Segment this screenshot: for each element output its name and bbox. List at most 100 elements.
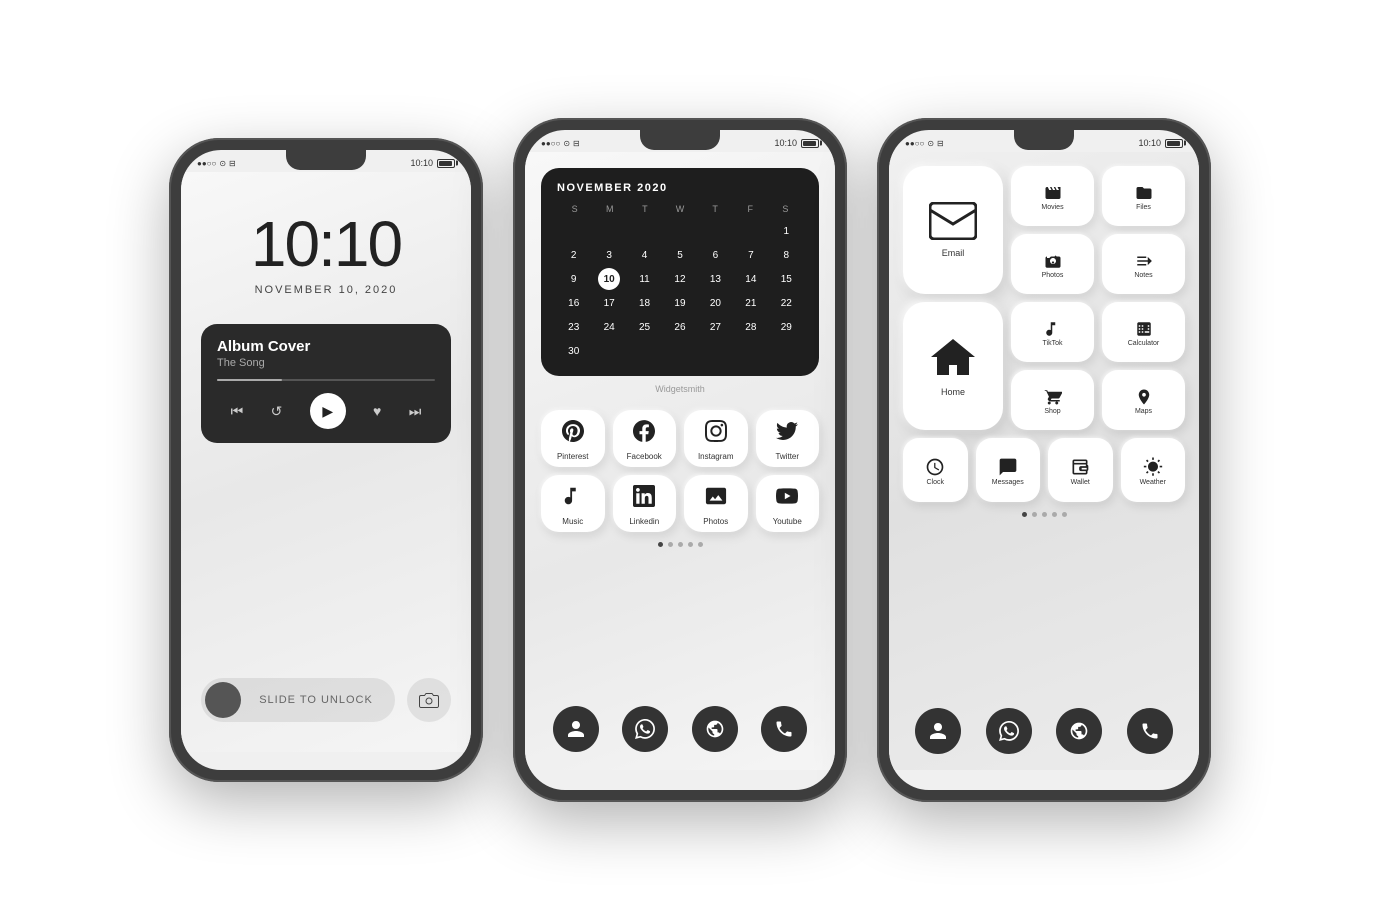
heart-button[interactable]: ♥ [373, 403, 381, 419]
app-icon-photos[interactable]: Photos [684, 475, 748, 532]
tiktok-label: TikTok [1043, 340, 1063, 347]
phone-1-screen: ●●○○ ⊙ ⊟ 10:10 10:10 NOVEMBER 10, 2020 A… [181, 150, 471, 770]
sim-icon-3: ⊟ [937, 139, 944, 148]
music-controls: ⏮ ↺ ▶ ♥ ⏭ [217, 393, 435, 429]
status-right-2: 10:10 [774, 138, 819, 148]
messages-label: Messages [992, 479, 1024, 486]
signal-icon-3: ●●○○ [905, 139, 924, 148]
phone-3-screen: ●●○○ ⊙ ⊟ 10:10 [889, 130, 1199, 790]
app-icon-photos-3[interactable]: Photos [1011, 234, 1094, 294]
cal-today: 10 [598, 268, 620, 290]
app-icon-tiktok[interactable]: TikTok [1011, 302, 1094, 362]
app-icon-twitter[interactable]: Twitter [756, 410, 820, 467]
facebook-label: Facebook [627, 452, 662, 461]
app-icon-shop[interactable]: Shop [1011, 370, 1094, 430]
pinterest-icon [562, 420, 584, 448]
dot3-3 [1042, 512, 1047, 517]
app-icon-maps[interactable]: Maps [1102, 370, 1185, 430]
shop-icon [1044, 388, 1062, 406]
dock3-globe-button[interactable] [1056, 708, 1102, 754]
dock-globe-button[interactable] [692, 706, 738, 752]
app-icon-email-big[interactable]: Email [903, 166, 1003, 294]
maps-label: Maps [1135, 408, 1152, 415]
twitter-icon [776, 420, 798, 448]
movies-icon [1044, 184, 1062, 202]
notes-label: Notes [1134, 272, 1152, 279]
dot-4 [688, 542, 693, 547]
notch-2 [640, 130, 720, 150]
cal-weekdays: S M T W T F S [557, 204, 803, 214]
app-icon-clock[interactable]: Clock [903, 438, 968, 502]
dock3-phone-button[interactable] [1127, 708, 1173, 754]
weather-icon [1143, 457, 1163, 477]
app-icon-files[interactable]: Files [1102, 166, 1185, 226]
dot3-1 [1022, 512, 1027, 517]
lock-date: NOVEMBER 10, 2020 [255, 284, 398, 296]
dock-whatsapp-button[interactable] [622, 706, 668, 752]
phones-container: ●●○○ ⊙ ⊟ 10:10 10:10 NOVEMBER 10, 2020 A… [129, 78, 1251, 842]
wallet-label: Wallet [1071, 479, 1090, 486]
cal-grid: 1 2345678 9101112131415 16171819202122 2… [557, 220, 803, 362]
photos-icon-3 [1044, 252, 1062, 270]
music-progress-bar[interactable] [217, 379, 435, 381]
sim-icon: ⊟ [229, 159, 236, 168]
app-icon-instagram[interactable]: Instagram [684, 410, 748, 467]
status-right-1: 10:10 [410, 158, 455, 168]
slide-unlock[interactable]: SLIDE TO UNLOCK [201, 678, 395, 722]
music-icon [562, 485, 584, 513]
dock-2 [541, 694, 819, 760]
email-icon [929, 202, 977, 240]
notch-bar-3: ●●○○ ⊙ ⊟ 10:10 [889, 130, 1199, 152]
app-icon-home-big[interactable]: Home [903, 302, 1003, 430]
app-icon-facebook[interactable]: Facebook [613, 410, 677, 467]
next-button[interactable]: ⏭ [409, 403, 422, 420]
camera-button[interactable] [407, 678, 451, 722]
notch-bar-1: ●●○○ ⊙ ⊟ 10:10 [181, 150, 471, 172]
phone-3: ●●○○ ⊙ ⊟ 10:10 [877, 118, 1211, 802]
app-icon-wallet[interactable]: Wallet [1048, 438, 1113, 502]
app-icon-music[interactable]: Music [541, 475, 605, 532]
messages-icon [998, 457, 1018, 477]
music-player[interactable]: Album Cover The Song ⏮ ↺ ▶ ♥ ⏭ [201, 324, 451, 443]
phone-1: ●●○○ ⊙ ⊟ 10:10 10:10 NOVEMBER 10, 2020 A… [169, 138, 483, 782]
files-icon [1135, 184, 1153, 202]
slide-thumb [205, 682, 241, 718]
app-icon-youtube[interactable]: Youtube [756, 475, 820, 532]
app-icon-calculator[interactable]: Calculator [1102, 302, 1185, 362]
play-button[interactable]: ▶ [310, 393, 346, 429]
app-icon-messages[interactable]: Messages [976, 438, 1041, 502]
dot-5 [698, 542, 703, 547]
linkedin-icon [633, 485, 655, 513]
dot-3 [678, 542, 683, 547]
battery-icon-2 [801, 139, 819, 148]
app-icon-linkedin[interactable]: Linkedin [613, 475, 677, 532]
status-time-3: 10:10 [1138, 138, 1161, 148]
music-label: Music [562, 517, 583, 526]
signal-icon: ●●○○ [197, 159, 216, 168]
prev-button[interactable]: ⏮ [231, 403, 244, 420]
dock3-contact-button[interactable] [915, 708, 961, 754]
wifi-icon-2: ⊙ [563, 139, 570, 148]
replay-button[interactable]: ↺ [271, 403, 283, 420]
lock-screen: 10:10 NOVEMBER 10, 2020 Album Cover The … [181, 172, 471, 752]
dock-3 [903, 696, 1185, 762]
calculator-label: Calculator [1128, 340, 1160, 347]
wifi-icon: ⊙ [219, 159, 226, 168]
app-icon-movies[interactable]: Movies [1011, 166, 1094, 226]
email-label: Email [942, 248, 965, 258]
media-apps-grid: Music Linkedin Photos [541, 475, 819, 532]
clock-label: Clock [926, 479, 944, 486]
phone-2-screen: ●●○○ ⊙ ⊟ 10:10 NOVEMBER 2020 S M [525, 130, 835, 790]
status-time-1: 10:10 [410, 158, 433, 168]
app-icon-weather[interactable]: Weather [1121, 438, 1186, 502]
app-icon-pinterest[interactable]: Pinterest [541, 410, 605, 467]
dock3-whatsapp-button[interactable] [986, 708, 1032, 754]
photos-icon [705, 485, 727, 513]
status-right-3: 10:10 [1138, 138, 1183, 148]
app-icon-notes[interactable]: Notes [1102, 234, 1185, 294]
dock-contact-button[interactable] [553, 706, 599, 752]
page-dots-3 [1022, 512, 1067, 517]
dock-phone-button[interactable] [761, 706, 807, 752]
lock-bottom: SLIDE TO UNLOCK [201, 678, 451, 732]
dot-2 [668, 542, 673, 547]
